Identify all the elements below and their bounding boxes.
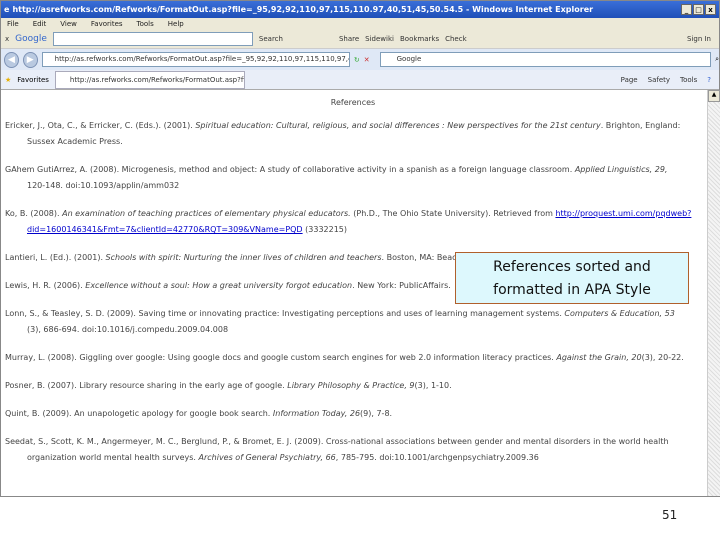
address-bar: ◀ ▶ http://as.refworks.com/Refworks/Form…: [1, 49, 719, 70]
share-button[interactable]: Share: [339, 35, 359, 43]
stop-icon[interactable]: ✕: [364, 56, 370, 64]
title-bar: e http://asrefworks.com/Refworks/FormatO…: [1, 1, 719, 18]
browser-tab[interactable]: http://as.refworks.com/Refworks/FormatOu…: [54, 70, 245, 89]
reference-source: Applied Linguistics, 29,: [574, 165, 668, 174]
reference-source: Computers & Education, 53: [564, 309, 675, 318]
reference-source: Excellence without a soul: How a great u…: [85, 281, 353, 290]
reference-text: Lonn, S., & Teasley, S. D. (2009). Savin…: [5, 309, 565, 318]
reference-text: . Brighton, England:: [600, 121, 681, 130]
sign-in-button[interactable]: Sign In: [687, 35, 719, 43]
reference-text: (3), 1-10.: [414, 381, 452, 390]
menu-bar: File Edit View Favorites Tools Help: [1, 18, 719, 29]
reference-source: Schools with spirit: Nurturing the inner…: [105, 253, 382, 262]
reference-text: Ericker, J., Ota, C., & Erricker, C. (Ed…: [5, 121, 196, 130]
reference-entry: Ko, B. (2008). An examination of teachin…: [0, 206, 706, 238]
reference-text: . New York: PublicAffairs.: [352, 281, 451, 290]
tools-menu[interactable]: Tools: [680, 76, 697, 84]
browser-search-input[interactable]: Google: [379, 52, 712, 67]
reference-source: Library Philosophy & Practice, 9: [287, 381, 415, 390]
reference-source: Spiritual education: Cultural, religious…: [195, 121, 601, 130]
google-toolbar: x Google Search Share Sidewiki Bookmarks…: [1, 29, 719, 49]
close-button[interactable]: x: [705, 4, 716, 15]
menu-help[interactable]: Help: [168, 20, 184, 28]
url-input[interactable]: http://as.refworks.com/Refworks/FormatOu…: [41, 52, 350, 67]
favorites-bar: ★ Favorites http://as.refworks.com/Refwo…: [1, 70, 719, 90]
scroll-up-button[interactable]: ▲: [708, 90, 720, 102]
google-search-input[interactable]: [52, 31, 253, 46]
vertical-scrollbar[interactable]: ▲: [707, 90, 720, 496]
window-title: http://asrefworks.com/Refworks/FormatOut…: [12, 5, 594, 14]
reference-source: Information Today, 26: [272, 409, 361, 418]
reference-link[interactable]: did=1600146341&Fmt=7&clientId=42770&RQT=…: [27, 225, 303, 234]
reference-text: organization world mental health surveys…: [27, 453, 199, 462]
reference-text: Sussex Academic Press.: [27, 137, 123, 146]
reference-entry: Posner, B. (2007). Library resource shar…: [0, 378, 706, 394]
reference-entry: Murray, L. (2008). Giggling over google:…: [0, 350, 706, 366]
back-button[interactable]: ◀: [4, 51, 19, 68]
reference-text: (3), 686-694. doi:10.1016/j.compedu.2009…: [27, 325, 229, 334]
bookmarks-button[interactable]: Bookmarks: [400, 35, 439, 43]
references-title: References: [330, 98, 376, 107]
reference-text: (3332215): [302, 225, 348, 234]
ie-icon: e: [4, 5, 10, 14]
minimize-button[interactable]: _: [681, 4, 692, 15]
reference-text: 120-148. doi:10.1093/applin/amm032: [27, 181, 180, 190]
reference-text: Ko, B. (2008).: [5, 209, 63, 218]
menu-view[interactable]: View: [60, 20, 77, 28]
menu-favorites[interactable]: Favorites: [91, 20, 123, 28]
reference-entry: Lonn, S., & Teasley, S. D. (2009). Savin…: [0, 306, 706, 338]
reference-source: Against the Grain, 20: [556, 353, 642, 362]
help-icon[interactable]: ?: [707, 76, 711, 84]
favorites-button[interactable]: Favorites: [17, 76, 49, 84]
google-logo: Google: [15, 33, 47, 44]
reference-text: Lantieri, L. (Ed.). (2001).: [5, 253, 106, 262]
safety-menu[interactable]: Safety: [648, 76, 670, 84]
reference-entry: Seedat, S., Scott, K. M., Angermeyer, M.…: [0, 434, 706, 466]
forward-button[interactable]: ▶: [22, 51, 38, 68]
reference-source: Archives of General Psychiatry, 66: [198, 453, 336, 462]
reference-text: Lewis, H. R. (2006).: [5, 281, 86, 290]
search-button[interactable]: Search: [259, 35, 283, 43]
reference-entry: Quint, B. (2009). An unapologetic apolog…: [0, 406, 706, 422]
reference-text: (3), 20-22.: [641, 353, 684, 362]
refresh-icon[interactable]: ↻: [354, 56, 360, 64]
check-button[interactable]: Check: [445, 35, 467, 43]
search-icon[interactable]: ⌕: [715, 55, 719, 64]
reference-source: An examination of teaching practices of …: [62, 209, 351, 218]
reference-entry: GAhem GutiArrez, A. (2008). Microgenesis…: [0, 162, 706, 194]
sidewiki-button[interactable]: Sidewiki: [365, 35, 394, 43]
reference-text: , 785-795. doi:10.1001/archgenpsychiatry…: [335, 453, 539, 462]
maximize-button[interactable]: □: [693, 4, 704, 15]
reference-text: Murray, L. (2008). Giggling over google:…: [5, 353, 557, 362]
callout-line-1: References sorted and: [493, 259, 651, 275]
menu-tools[interactable]: Tools: [137, 20, 154, 28]
close-toolbar-icon[interactable]: x: [5, 35, 9, 43]
reference-text: Seedat, S., Scott, K. M., Angermeyer, M.…: [5, 437, 669, 446]
reference-text: Quint, B. (2009). An unapologetic apolog…: [5, 409, 273, 418]
menu-edit[interactable]: Edit: [33, 20, 47, 28]
reference-text: Posner, B. (2007). Library resource shar…: [5, 381, 288, 390]
menu-file[interactable]: File: [7, 20, 19, 28]
page-menu[interactable]: Page: [621, 76, 638, 84]
reference-link[interactable]: http://proquest.umi.com/pqdweb?: [555, 209, 691, 218]
reference-text: (9), 7-8.: [360, 409, 393, 418]
reference-text: GAhem GutiArrez, A. (2008). Microgenesis…: [5, 165, 575, 174]
callout-box: References sorted and formatted in APA S…: [455, 252, 689, 304]
star-icon: ★: [5, 75, 12, 84]
slide-page-number: 51: [662, 508, 678, 522]
callout-line-2: formatted in APA Style: [493, 282, 651, 298]
reference-entry: Ericker, J., Ota, C., & Erricker, C. (Ed…: [0, 118, 706, 150]
reference-text: (Ph.D., The Ohio State University). Retr…: [350, 209, 556, 218]
